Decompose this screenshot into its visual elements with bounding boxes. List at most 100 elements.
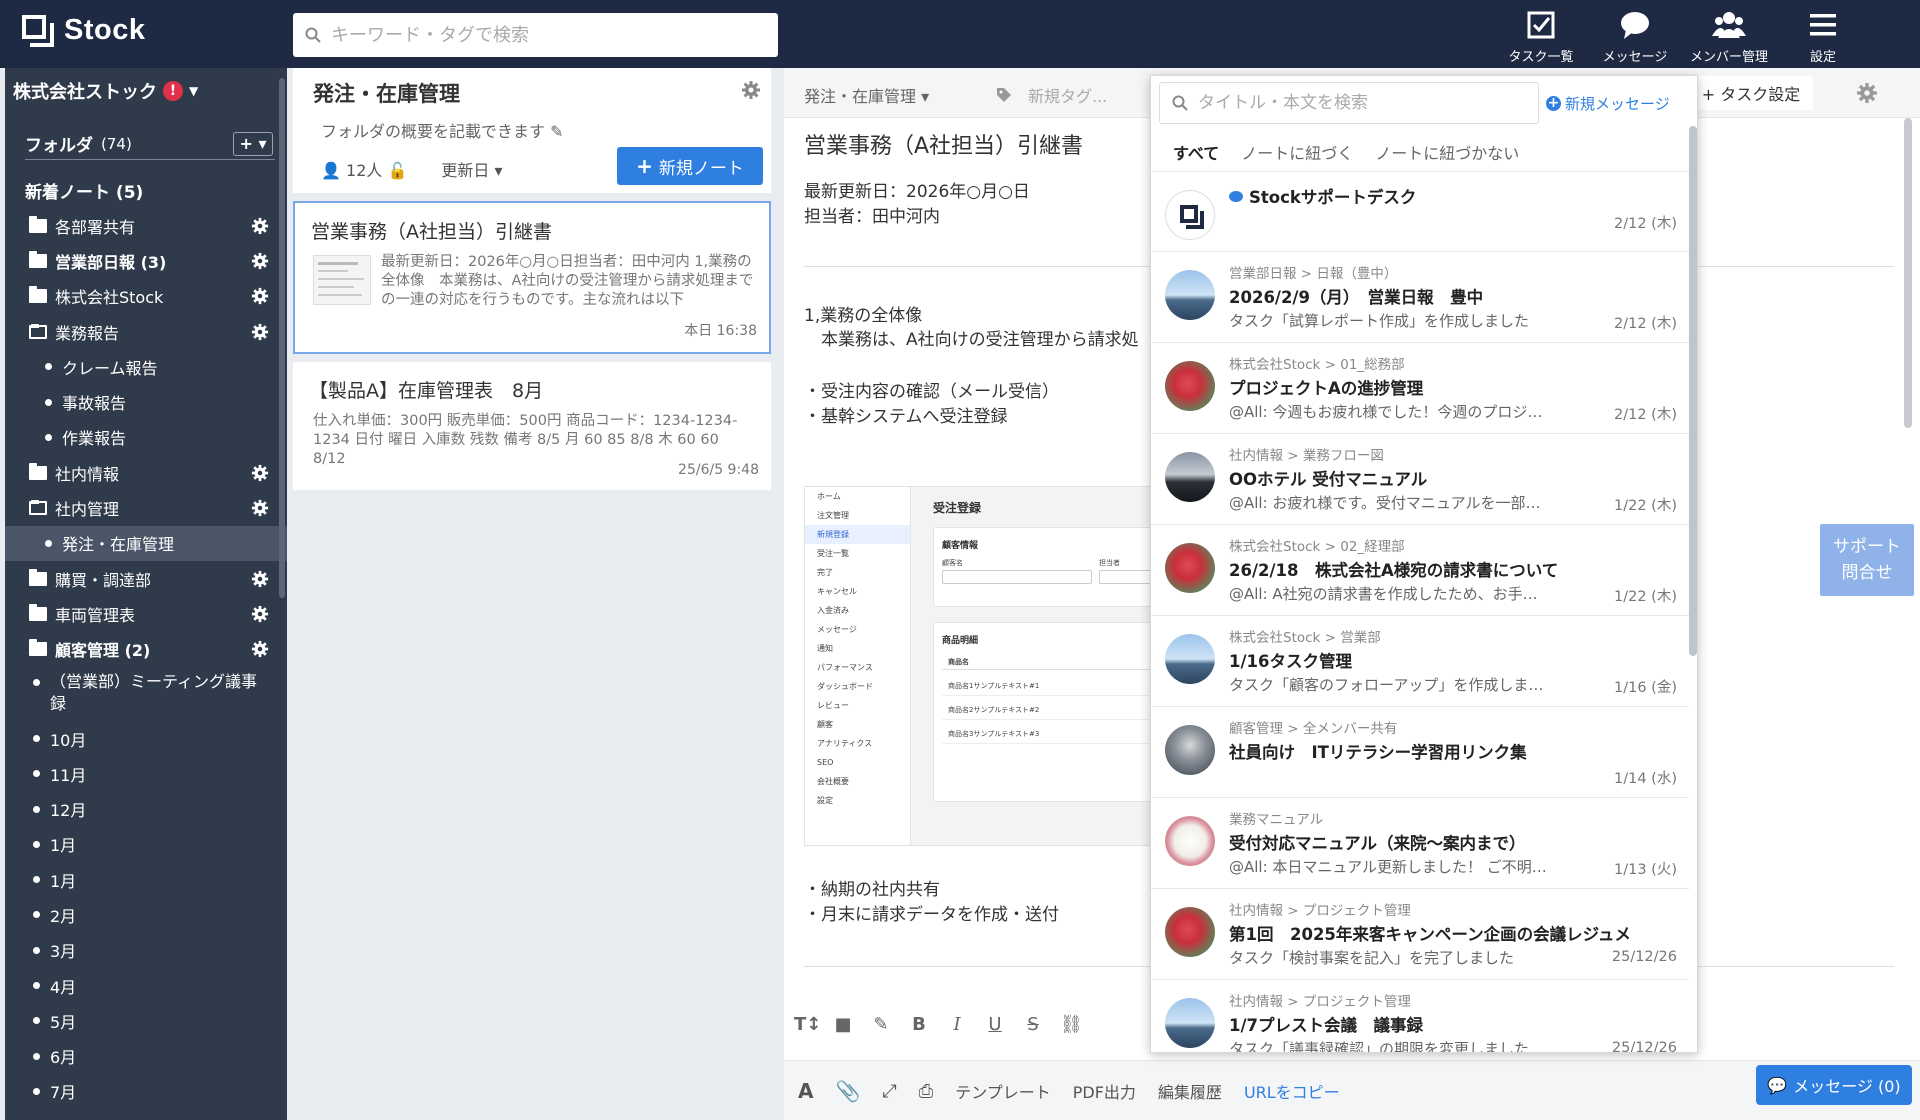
pdf-export-button[interactable]: PDF出力 bbox=[1073, 1079, 1136, 1103]
message-item[interactable]: 社内情報 > プロジェクト管理 1/7プレスト会議 議事録 タスク「議事録確認」の期… bbox=[1151, 979, 1689, 1052]
nav-task-list[interactable]: タスク一覧 bbox=[1494, 8, 1588, 65]
message-button[interactable]: 💬 メッセージ (0) bbox=[1756, 1065, 1912, 1105]
bold-icon[interactable]: B bbox=[908, 1014, 930, 1035]
message-item[interactable]: 顧客管理 > 全メンバー共有 社員向け ITリテラシー学習用リンク集 1/14 (水… bbox=[1151, 706, 1689, 797]
italic-icon[interactable]: I bbox=[946, 1014, 968, 1035]
gear-icon[interactable] bbox=[251, 499, 269, 517]
message-search[interactable] bbox=[1159, 82, 1539, 124]
note-card[interactable]: 【製品A】在庫管理表 8月 仕入れ単価：300円 販売単価：500円 商品コード… bbox=[293, 362, 771, 490]
message-item[interactable]: Stockサポートデスク 2/12 (木) bbox=[1151, 171, 1689, 251]
sidebar-item[interactable]: 業務報告 bbox=[5, 314, 287, 349]
message-item[interactable]: 株式会社Stock > 01_総務部 プロジェクトAの進捗管理 @All: 今週もお… bbox=[1151, 342, 1689, 433]
global-search[interactable] bbox=[293, 13, 778, 57]
tab-linked[interactable]: ノートに紐づく bbox=[1241, 140, 1353, 164]
gear-icon[interactable] bbox=[251, 570, 269, 588]
sidebar-scrollbar[interactable] bbox=[279, 78, 285, 598]
sidebar-item[interactable]: 4月 bbox=[5, 968, 287, 1003]
text-size-icon[interactable]: T↕ bbox=[794, 1014, 821, 1035]
message-search-input[interactable] bbox=[1198, 93, 1518, 113]
folder-breadcrumb[interactable]: 発注・在庫管理 ▾ bbox=[804, 83, 929, 107]
new-message-button[interactable]: + 新規メッセージ bbox=[1546, 93, 1670, 114]
add-folder-button[interactable]: + ▾ bbox=[233, 132, 273, 156]
tab-unlinked[interactable]: ノートに紐づかない bbox=[1375, 140, 1519, 164]
highlighter-icon[interactable]: ✎ bbox=[870, 1014, 892, 1035]
sidebar-item[interactable]: 車両管理表 bbox=[5, 596, 287, 631]
gear-icon[interactable] bbox=[251, 605, 269, 623]
sidebar-item[interactable]: 株式会社Stock bbox=[5, 279, 287, 314]
expand-icon[interactable]: ⤢ bbox=[882, 1081, 896, 1102]
screenshot-nav-item: メッセージ bbox=[817, 625, 857, 634]
sidebar-item[interactable]: 顧客管理 (2) bbox=[5, 632, 287, 667]
sidebar-item[interactable]: 11月 bbox=[5, 756, 287, 791]
sort-dropdown[interactable]: 更新日 ▾ bbox=[441, 157, 502, 181]
gear-icon[interactable] bbox=[741, 80, 761, 100]
link-icon[interactable]: ⛓ bbox=[1060, 1014, 1083, 1035]
nav-members[interactable]: メンバー管理 bbox=[1682, 8, 1776, 65]
tag-area[interactable]: 新規タグ... bbox=[996, 83, 1107, 107]
print-icon[interactable]: ⎙ bbox=[919, 1081, 933, 1102]
logo-text: Stock bbox=[64, 14, 146, 46]
sidebar-item[interactable]: クレーム報告 bbox=[5, 349, 287, 384]
app-logo[interactable]: Stock bbox=[22, 14, 145, 47]
gear-icon[interactable] bbox=[251, 217, 269, 235]
members-count[interactable]: 👤 12人 🔓 bbox=[321, 157, 407, 181]
sidebar-item[interactable]: 12月 bbox=[5, 791, 287, 826]
new-notes-link[interactable]: 新着ノート (5) bbox=[25, 178, 143, 203]
gear-icon[interactable] bbox=[251, 287, 269, 305]
sidebar-item[interactable]: 5月 bbox=[5, 1003, 287, 1038]
sidebar-item[interactable]: 10月 bbox=[5, 721, 287, 756]
sidebar-item[interactable]: （営業部）ミーティング議事録 bbox=[5, 667, 287, 721]
message-item[interactable]: 社内情報 > プロジェクト管理 第1回 2025年来客キャンペーン企画の会議レジュ… bbox=[1151, 888, 1689, 979]
note-title[interactable]: 営業事務（A社担当）引継書 bbox=[804, 128, 1083, 160]
underline-icon[interactable]: U bbox=[984, 1014, 1006, 1035]
nav-settings[interactable]: 設定 bbox=[1776, 8, 1870, 65]
new-note-button[interactable]: + 新規ノート bbox=[617, 147, 763, 185]
sidebar-item[interactable]: 1月 bbox=[5, 827, 287, 862]
tab-all[interactable]: すべて bbox=[1173, 140, 1219, 164]
sidebar-item[interactable]: 社内情報 bbox=[5, 455, 287, 490]
gear-icon[interactable] bbox=[251, 252, 269, 270]
sidebar-item[interactable]: 7月 bbox=[5, 1074, 287, 1109]
font-icon[interactable]: A bbox=[798, 1079, 813, 1103]
sidebar-item[interactable]: 事故報告 bbox=[5, 384, 287, 419]
sidebar-item[interactable]: 6月 bbox=[5, 1039, 287, 1074]
task-settings-button[interactable]: + タスク設定 bbox=[1689, 76, 1813, 110]
gear-icon[interactable] bbox=[1856, 82, 1878, 104]
sidebar-item[interactable]: 1月 bbox=[5, 862, 287, 897]
sidebar-item[interactable]: 2月 bbox=[5, 897, 287, 932]
format-toolbar: T↕ ■ ✎ B I U S ⛓ bbox=[794, 1014, 1083, 1035]
top-bar: Stock タスク一覧 メッセージ メンバー管理 設定 bbox=[0, 0, 1920, 68]
editor-scrollbar[interactable] bbox=[1904, 118, 1912, 428]
attachment-icon[interactable]: 📎 bbox=[835, 1079, 860, 1103]
folder-description[interactable]: フォルダの概要を記載できます ✎ bbox=[321, 118, 564, 142]
sidebar-item[interactable]: 3月 bbox=[5, 933, 287, 968]
gear-icon[interactable] bbox=[251, 640, 269, 658]
avatar bbox=[1165, 361, 1215, 411]
message-item[interactable]: 株式会社Stock > 営業部 1/16タスク管理 タスク「顧客のフォローアップ」を… bbox=[1151, 615, 1689, 706]
message-item[interactable]: 株式会社Stock > 02_経理部 26/2/18 株式会社A様宛の請求書につい… bbox=[1151, 524, 1689, 615]
global-search-input[interactable] bbox=[331, 24, 751, 46]
strikethrough-icon[interactable]: S bbox=[1022, 1014, 1044, 1035]
nav-messages[interactable]: メッセージ bbox=[1588, 8, 1682, 65]
sidebar-item[interactable]: 発注・在庫管理 bbox=[5, 525, 287, 561]
note-card[interactable]: 営業事務（A社担当）引継書 最新更新日：2026年○月○日担当者：田中河内 1,… bbox=[293, 201, 771, 354]
company-switcher[interactable]: 株式会社ストック ! ▼ bbox=[13, 78, 198, 104]
sidebar-item[interactable]: 営業部日報 (3) bbox=[5, 243, 287, 278]
support-button[interactable]: サポート 問合せ bbox=[1820, 524, 1914, 596]
template-button[interactable]: テンプレート bbox=[955, 1079, 1051, 1103]
gear-icon[interactable] bbox=[251, 323, 269, 341]
sidebar-item[interactable]: 社内管理 bbox=[5, 490, 287, 525]
plus-icon: + bbox=[636, 154, 653, 178]
sidebar-item[interactable]: 購買・調達部 bbox=[5, 561, 287, 596]
sidebar-item[interactable]: 作業報告 bbox=[5, 420, 287, 455]
sidebar-item[interactable]: 各部署共有 bbox=[5, 208, 287, 243]
message-item[interactable]: 社内情報 > 業務フロー図 OOホテル 受付マニュアル @All: お疲れ様です。受… bbox=[1151, 433, 1689, 524]
message-item[interactable]: 業務マニュアル 受付対応マニュアル（来院～案内まで） @All: 本日マニュアル更新… bbox=[1151, 797, 1689, 888]
copy-url-button[interactable]: URLをコピー bbox=[1244, 1079, 1340, 1103]
edit-history-button[interactable]: 編集履歴 bbox=[1158, 1079, 1222, 1103]
messages-scrollbar[interactable] bbox=[1689, 126, 1697, 656]
text-color-icon[interactable]: ■ bbox=[832, 1014, 854, 1035]
screenshot-nav-item: 顧客 bbox=[817, 720, 833, 729]
message-item[interactable]: 営業部日報 > 日報（豊中） 2026/2/9（月） 営業日報 豊中 タスク「試算レ… bbox=[1151, 251, 1689, 342]
gear-icon[interactable] bbox=[251, 464, 269, 482]
